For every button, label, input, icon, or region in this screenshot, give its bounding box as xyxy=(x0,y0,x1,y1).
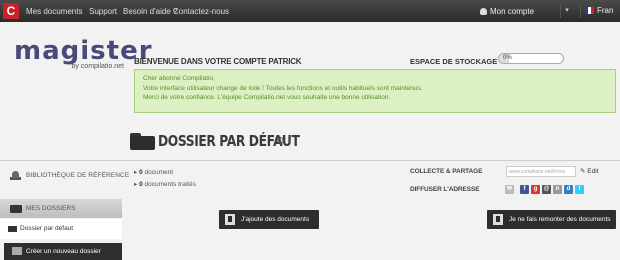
edit-label: Edit xyxy=(587,168,599,175)
library-icon xyxy=(10,171,21,180)
sync-documents-button[interactable]: Je ne fais remonter des documents xyxy=(487,210,616,229)
sidebar-item-default-folder[interactable]: Dossier par défaut xyxy=(0,219,122,239)
stat-count: 0 xyxy=(139,181,143,188)
storage-value: 0% xyxy=(503,55,512,61)
storage-label: ESPACE DE STOCKAGE xyxy=(410,57,498,66)
sidebar-item-library[interactable]: BIBLIOTHÈQUE DE RÉFÉRENCE xyxy=(0,166,129,186)
language-label: Fran xyxy=(597,6,614,15)
stat-processed: ▸ 0 documents traités xyxy=(134,181,196,188)
compilatio-logo[interactable]: C xyxy=(3,3,19,19)
create-folder-label: Créer un nouveau dossier xyxy=(26,248,101,255)
folder-icon xyxy=(10,205,22,213)
brand-logo[interactable]: magister by compilatio.net xyxy=(14,36,153,70)
facebook-icon[interactable]: f xyxy=(520,185,529,194)
sync-documents-label: Je ne fais remonter des documents xyxy=(509,216,611,223)
info-notice: Cher abonné Compilatio, Votre interface … xyxy=(134,69,616,113)
twitter-icon[interactable]: t xyxy=(575,185,584,194)
notice-line: Cher abonné Compilatio, xyxy=(143,75,215,82)
top-bar: C Mes documents Support Besoin d'aide ? … xyxy=(0,0,620,22)
notice-line: Votre interface utilisateur change de lo… xyxy=(143,84,423,92)
french-flag-icon xyxy=(585,7,594,14)
edit-link[interactable]: ✎ Edit xyxy=(580,167,598,175)
storage-progress-bar: 0% xyxy=(498,53,564,64)
notice-line: Merci de votre confiance. L'équipe Compi… xyxy=(143,94,391,101)
brand-name: magister xyxy=(14,36,153,66)
email-icon[interactable]: @ xyxy=(542,185,551,194)
diffuse-address-label: DIFFUSER L'ADRESSE xyxy=(410,186,480,193)
sidebar-item-label: BIBLIOTHÈQUE DE RÉFÉRENCE xyxy=(26,172,130,179)
sidebar-item-label: Dossier par défaut xyxy=(20,225,74,232)
nav-link-my-documents[interactable]: Mes documents xyxy=(26,7,82,16)
nav-link-contact[interactable]: Contactez-nous xyxy=(173,7,229,16)
document-icon xyxy=(493,214,503,225)
delicious-icon[interactable]: d xyxy=(564,185,573,194)
welcome-title: BIENVENUE DANS VOTRE COMPTE PATRICK xyxy=(134,57,302,66)
share-address-field[interactable]: www.compilatio.net/fr/xxx xyxy=(506,166,576,177)
nav-link-help[interactable]: Besoin d'aide ? xyxy=(123,7,177,16)
stat-documents: ▸ 0 document xyxy=(134,169,174,176)
add-document-icon xyxy=(225,214,235,225)
account-label: Mon compte xyxy=(490,7,535,16)
folder-icon xyxy=(8,226,17,232)
netvibes-icon[interactable]: n xyxy=(553,185,562,194)
google-icon[interactable]: g xyxy=(531,185,540,194)
chevron-down-icon[interactable]: ▾ xyxy=(288,138,291,145)
gear-icon[interactable]: ⚙ xyxy=(276,136,285,147)
pencil-icon: ✎ xyxy=(580,168,586,175)
add-documents-label: J'ajoute des documents xyxy=(241,216,310,223)
create-folder-button[interactable]: Créer un nouveau dossier xyxy=(4,243,122,260)
stat-label: documents traités xyxy=(144,181,196,188)
folder-icon xyxy=(130,133,155,150)
stat-label: document xyxy=(144,169,174,176)
account-menu[interactable]: Mon compte xyxy=(480,7,534,16)
chevron-down-icon: ▾ xyxy=(565,7,569,14)
collect-share-label: COLLECTE & PARTAGE xyxy=(410,168,483,175)
stat-count: 0 xyxy=(139,169,143,176)
user-icon xyxy=(480,8,487,15)
language-selector[interactable]: Fran xyxy=(580,4,620,18)
divider xyxy=(0,160,620,161)
nav-link-support[interactable]: Support xyxy=(89,7,117,16)
account-dropdown-button[interactable]: ▾ xyxy=(560,4,573,18)
mail-icon[interactable]: ✉ xyxy=(505,185,514,194)
sidebar-item-my-folders[interactable]: MES DOSSIERS xyxy=(0,199,122,218)
add-documents-button[interactable]: J'ajoute des documents xyxy=(219,210,319,229)
sidebar-item-label: MES DOSSIERS xyxy=(26,205,76,212)
add-folder-icon xyxy=(12,247,22,255)
